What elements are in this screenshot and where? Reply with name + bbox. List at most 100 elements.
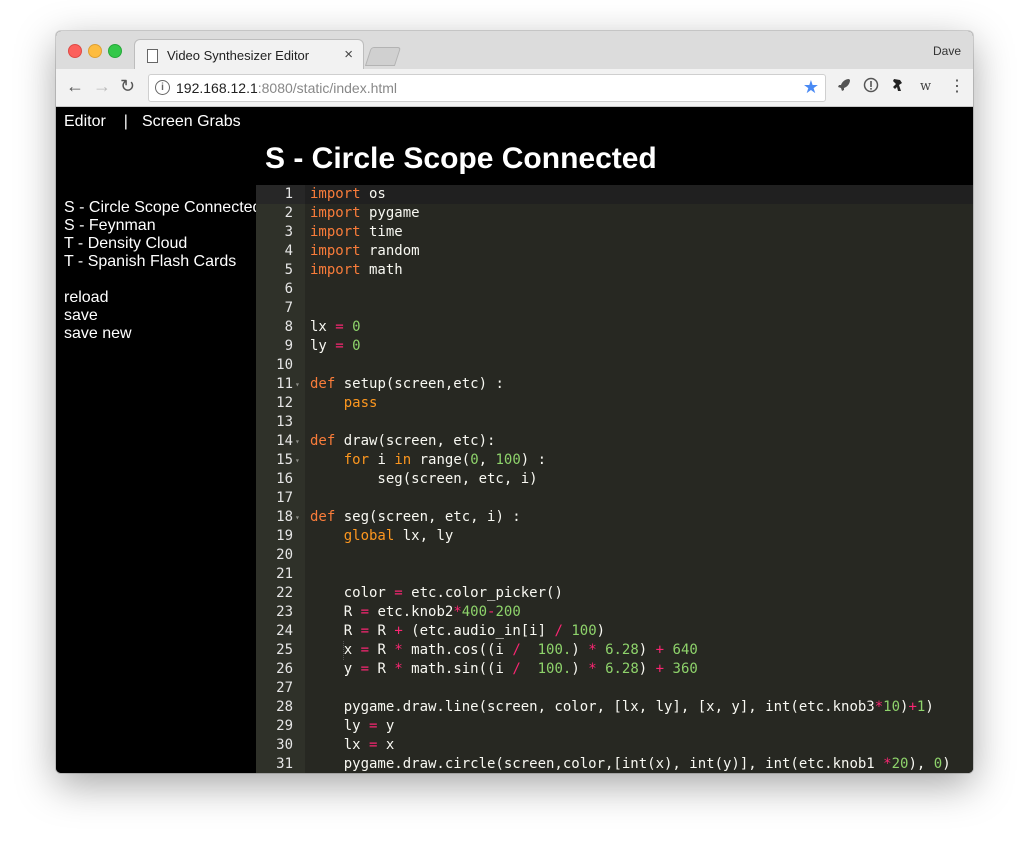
code-line[interactable]: 20 <box>256 546 973 565</box>
code-text: x = R * math.cos((i / 100.) * 6.28) + 64… <box>310 641 698 660</box>
code-line[interactable]: 10 <box>256 356 973 375</box>
code-line[interactable]: 12 pass <box>256 394 973 413</box>
code-line[interactable]: 13 <box>256 413 973 432</box>
code-line[interactable]: 11 ▾ def setup(screen,etc) : <box>256 375 973 394</box>
code-token: seg(screen, etc, i) : <box>335 509 521 525</box>
code-token: = <box>360 642 370 658</box>
url-text[interactable]: 192.168.12.1:8080/static/index.html <box>176 80 397 96</box>
code-line[interactable]: 25 x = R * math.cos((i / 100.) * 6.28) +… <box>256 641 973 660</box>
code-editor[interactable]: 1 import os 2 import pygame 3 import time 4 imp… <box>256 185 973 773</box>
code-line[interactable]: 24 R = R + (etc.audio_in[i] / 100) <box>256 622 973 641</box>
code-line[interactable]: 28 pygame.draw.line(screen, color, [lx, … <box>256 698 973 717</box>
back-icon[interactable]: ← <box>66 76 84 96</box>
line-number: 1 <box>284 186 293 202</box>
code-line[interactable]: 16 seg(screen, etc, i) <box>256 470 973 489</box>
code-token: 0 <box>352 338 361 354</box>
fold-arrow-icon[interactable]: ▾ <box>295 432 300 451</box>
code-line[interactable]: 23 R = etc.knob2*400-200 <box>256 603 973 622</box>
sidebar-file-density-cloud[interactable]: T - Density Cloud <box>64 235 258 253</box>
code-line[interactable]: 18 ▾ def seg(screen, etc, i) : <box>256 508 973 527</box>
info-icon[interactable]: i <box>155 80 170 95</box>
code-line[interactable]: 27 <box>256 679 973 698</box>
code-line[interactable]: 3 import time <box>256 223 973 242</box>
code-line[interactable]: 7 <box>256 299 973 318</box>
code-token: for <box>343 452 370 468</box>
reload-icon[interactable]: ↻ <box>120 76 135 96</box>
code-line[interactable]: 9 ly = 0 <box>256 337 973 356</box>
close-window-button[interactable] <box>68 44 82 58</box>
save-link[interactable]: save <box>64 307 258 325</box>
zoom-window-button[interactable] <box>108 44 122 58</box>
code-text: pass <box>310 394 378 413</box>
code-line[interactable]: 8 lx = 0 <box>256 318 973 337</box>
line-number: 27 <box>276 680 293 696</box>
line-number: 26 <box>276 661 293 677</box>
forward-icon[interactable]: → <box>93 76 111 96</box>
code-text: def draw(screen, etc): <box>310 432 495 451</box>
code-token: ly <box>310 338 336 354</box>
code-line[interactable]: 4 import random <box>256 242 973 261</box>
fold-arrow-icon[interactable]: ▾ <box>295 508 300 527</box>
bookmark-star-icon[interactable]: ★ <box>803 77 819 98</box>
code-token: time <box>360 224 403 240</box>
save-new-link[interactable]: save new <box>64 325 258 343</box>
code-line[interactable]: 17 <box>256 489 973 508</box>
code-text: ly = 0 <box>310 337 361 356</box>
browser-toolbar: ← → ↻ i 192.168.12.1:8080/static/index.h… <box>56 69 973 107</box>
minimize-window-button[interactable] <box>88 44 102 58</box>
code-line[interactable]: 19 global lx, ly <box>256 527 973 546</box>
code-token: setup(screen,etc) : <box>335 376 504 392</box>
fold-arrow-icon[interactable]: ▾ <box>295 375 300 394</box>
nav-screen-grabs-link[interactable]: Screen Grabs <box>142 113 241 131</box>
code-line[interactable]: 5 import math <box>256 261 973 280</box>
code-lines[interactable]: 1 import os 2 import pygame 3 import time 4 imp… <box>256 185 973 773</box>
code-text: import time <box>310 223 403 242</box>
sidebar-file-feynman[interactable]: S - Feynman <box>64 217 258 235</box>
nav-editor-link[interactable]: Editor <box>64 113 106 131</box>
menu-icon[interactable]: ⋮ <box>949 77 965 97</box>
rocket-extension-icon[interactable] <box>836 77 852 99</box>
profile-name[interactable]: Dave <box>933 44 961 58</box>
code-token: * <box>874 699 884 715</box>
active-tab[interactable]: Video Synthesizer Editor × <box>134 39 364 71</box>
code-token: ) <box>596 623 606 639</box>
code-token: ly <box>310 718 370 734</box>
line-number: 30 <box>276 737 293 753</box>
line-number: 20 <box>276 547 293 563</box>
code-line[interactable]: 29 ly = y <box>256 717 973 736</box>
code-token: ) <box>571 642 589 658</box>
wikipedia-extension-icon[interactable]: w <box>920 77 931 97</box>
code-token: ) : <box>520 452 547 468</box>
code-line[interactable]: 31 pygame.draw.circle(screen,color,[int(… <box>256 755 973 773</box>
code-line[interactable]: 15 ▾ for i in range(0, 100) : <box>256 451 973 470</box>
ninja-extension-icon[interactable] <box>890 77 906 99</box>
address-bar[interactable]: i 192.168.12.1:8080/static/index.html ★ <box>148 74 826 102</box>
code-line[interactable]: 30 lx = x <box>256 736 973 755</box>
code-token: import <box>310 243 361 259</box>
code-line[interactable]: 6 <box>256 280 973 299</box>
code-token: math.cos((i <box>402 642 513 658</box>
sidebar-file-spanish-flash-cards[interactable]: T - Spanish Flash Cards <box>64 253 258 271</box>
code-token: 0 <box>352 319 361 335</box>
code-line[interactable]: 26 y = R * math.sin((i / 100.) * 6.28) +… <box>256 660 973 679</box>
tab-close-icon[interactable]: × <box>344 46 353 63</box>
code-token: def <box>310 509 336 525</box>
reload-link[interactable]: reload <box>64 289 258 307</box>
new-tab-button[interactable] <box>364 47 402 66</box>
sidebar-file-circle-scope[interactable]: S - Circle Scope Connected <box>64 199 258 217</box>
line-number: 4 <box>284 243 293 259</box>
info-extension-icon[interactable] <box>863 77 879 99</box>
code-line[interactable]: 2 import pygame <box>256 204 973 223</box>
code-line[interactable]: 21 <box>256 565 973 584</box>
line-number: 15 <box>276 452 293 468</box>
code-text: R = R + (etc.audio_in[i] / 100) <box>310 622 605 641</box>
fold-arrow-icon[interactable]: ▾ <box>295 451 300 470</box>
code-line[interactable]: 14 ▾ def draw(screen, etc): <box>256 432 973 451</box>
code-line[interactable]: 22 color = etc.color_picker() <box>256 584 973 603</box>
code-token: 0 <box>933 756 943 772</box>
sidebar: S - Circle Scope Connected S - Feynman T… <box>64 199 258 343</box>
code-token: global <box>343 528 395 544</box>
code-line[interactable]: 1 import os <box>256 185 973 204</box>
